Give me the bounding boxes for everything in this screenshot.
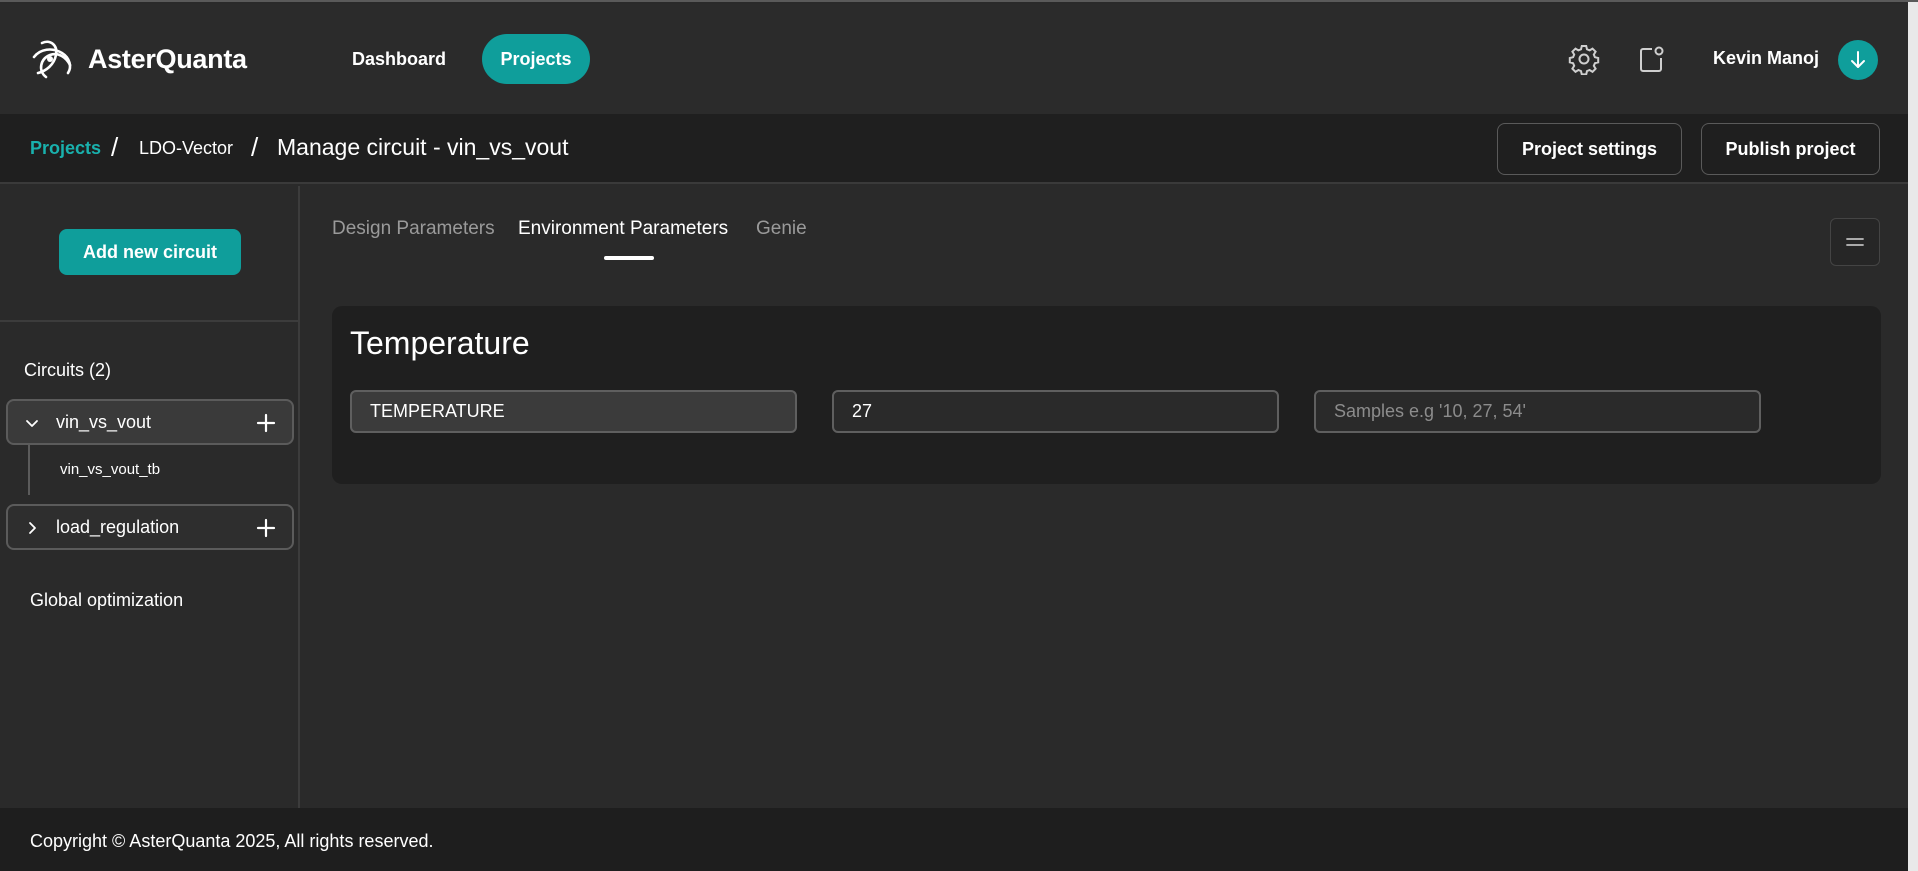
copyright-text: Copyright © AsterQuanta 2025, All rights… bbox=[30, 831, 434, 851]
chevron-right-icon[interactable] bbox=[22, 518, 42, 538]
circuit-item-load-regulation[interactable]: load_regulation bbox=[6, 504, 294, 550]
add-testbench-plus-icon[interactable] bbox=[254, 411, 278, 435]
download-icon[interactable] bbox=[1838, 40, 1878, 80]
nav-projects[interactable]: Projects bbox=[482, 34, 590, 84]
tree-connector bbox=[28, 445, 30, 495]
circuits-heading: Circuits (2) bbox=[24, 360, 112, 380]
circuit-label: load_regulation bbox=[56, 517, 180, 537]
sidebar: Add new circuit Circuits (2) vin_vs_vout… bbox=[0, 186, 300, 808]
brand-name: AsterQuanta bbox=[88, 43, 247, 74]
add-new-circuit-button[interactable]: Add new circuit bbox=[59, 229, 241, 275]
breadcrumb: Projects / LDO-Vector / Manage circuit -… bbox=[0, 114, 1908, 184]
publish-project-button[interactable]: Publish project bbox=[1701, 123, 1880, 175]
parameter-name-field[interactable] bbox=[350, 390, 797, 433]
top-header: AsterQuanta Dashboard Projects Kevin Man… bbox=[0, 4, 1908, 114]
page-title: Manage circuit - vin_vs_vout bbox=[277, 134, 569, 160]
tab-design-parameters[interactable]: Design Parameters bbox=[332, 218, 495, 240]
sidebar-divider bbox=[0, 320, 298, 322]
scrollbar-gutter[interactable] bbox=[1908, 2, 1918, 871]
brand-logo[interactable]: AsterQuanta bbox=[28, 37, 247, 81]
chevron-down-icon[interactable] bbox=[22, 413, 42, 433]
settings-gear-icon[interactable] bbox=[1567, 42, 1601, 76]
panel-menu-icon[interactable] bbox=[1830, 218, 1880, 266]
global-optimization-link[interactable]: Global optimization bbox=[30, 590, 183, 611]
tab-environment-parameters[interactable]: Environment Parameters bbox=[518, 218, 728, 240]
main-content: Design Parameters Environment Parameters… bbox=[302, 186, 1908, 808]
temperature-card: Temperature bbox=[332, 306, 1881, 484]
breadcrumb-separator: / bbox=[251, 132, 259, 162]
nav-dashboard[interactable]: Dashboard bbox=[338, 34, 460, 84]
project-settings-button[interactable]: Project settings bbox=[1497, 123, 1682, 175]
breadcrumb-projects-link[interactable]: Projects bbox=[30, 138, 101, 159]
user-name[interactable]: Kevin Manoj bbox=[1713, 48, 1819, 69]
active-tab-indicator bbox=[604, 256, 654, 260]
breadcrumb-project-link[interactable]: LDO-Vector bbox=[139, 138, 233, 159]
app-window: AsterQuanta Dashboard Projects Kevin Man… bbox=[0, 0, 1918, 871]
footer: Copyright © AsterQuanta 2025, All rights… bbox=[0, 808, 1908, 871]
aster-logo-icon bbox=[32, 40, 72, 79]
temperature-title: Temperature bbox=[350, 325, 530, 361]
notification-icon[interactable] bbox=[1634, 42, 1668, 76]
breadcrumb-separator: / bbox=[111, 132, 119, 162]
parameter-value-field[interactable] bbox=[832, 390, 1279, 433]
tab-genie[interactable]: Genie bbox=[756, 218, 807, 240]
add-testbench-plus-icon[interactable] bbox=[254, 516, 278, 540]
circuit-item-vin-vs-vout[interactable]: vin_vs_vout bbox=[6, 399, 294, 445]
circuit-label: vin_vs_vout bbox=[56, 412, 152, 432]
samples-input[interactable] bbox=[1314, 390, 1761, 433]
testbench-item-vin-vs-vout-tb[interactable]: vin_vs_vout_tb bbox=[60, 461, 160, 478]
